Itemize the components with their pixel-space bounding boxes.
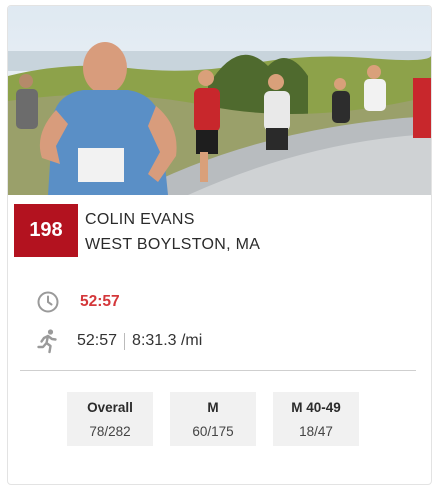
rank-gender: M 60/175 xyxy=(170,392,256,446)
chip-time-row: 52:57 8:31.3 /mi xyxy=(35,328,202,354)
rank-label: Overall xyxy=(87,399,133,415)
chip-time: 52:57 xyxy=(77,332,118,349)
rank-label: M xyxy=(207,399,219,415)
rank-label: M 40-49 xyxy=(291,399,341,415)
gun-time: 52:57 xyxy=(80,293,120,310)
pace: 8:31.3 /mi xyxy=(132,332,203,349)
clock-icon xyxy=(35,289,61,315)
runner-location: WEST BOYLSTON, MA xyxy=(85,236,261,253)
divider xyxy=(20,370,416,371)
rank-list: Overall 78/282 M 60/175 M 40-49 18/47 xyxy=(67,392,359,446)
bib-number: 198 xyxy=(14,204,78,257)
rank-value: 60/175 xyxy=(192,423,234,439)
runner-name[interactable]: COLIN EVANS xyxy=(85,211,195,229)
separator xyxy=(124,332,126,350)
rank-value: 18/47 xyxy=(299,423,333,439)
gun-time-row: 52:57 xyxy=(35,290,120,314)
runner-icon xyxy=(35,328,61,354)
race-photo[interactable] xyxy=(8,6,431,195)
rank-value: 78/282 xyxy=(89,423,131,439)
rank-age-group: M 40-49 18/47 xyxy=(273,392,359,446)
rank-overall: Overall 78/282 xyxy=(67,392,153,446)
result-card: 198 COLIN EVANS WEST BOYLSTON, MA 52:57 … xyxy=(7,5,432,485)
